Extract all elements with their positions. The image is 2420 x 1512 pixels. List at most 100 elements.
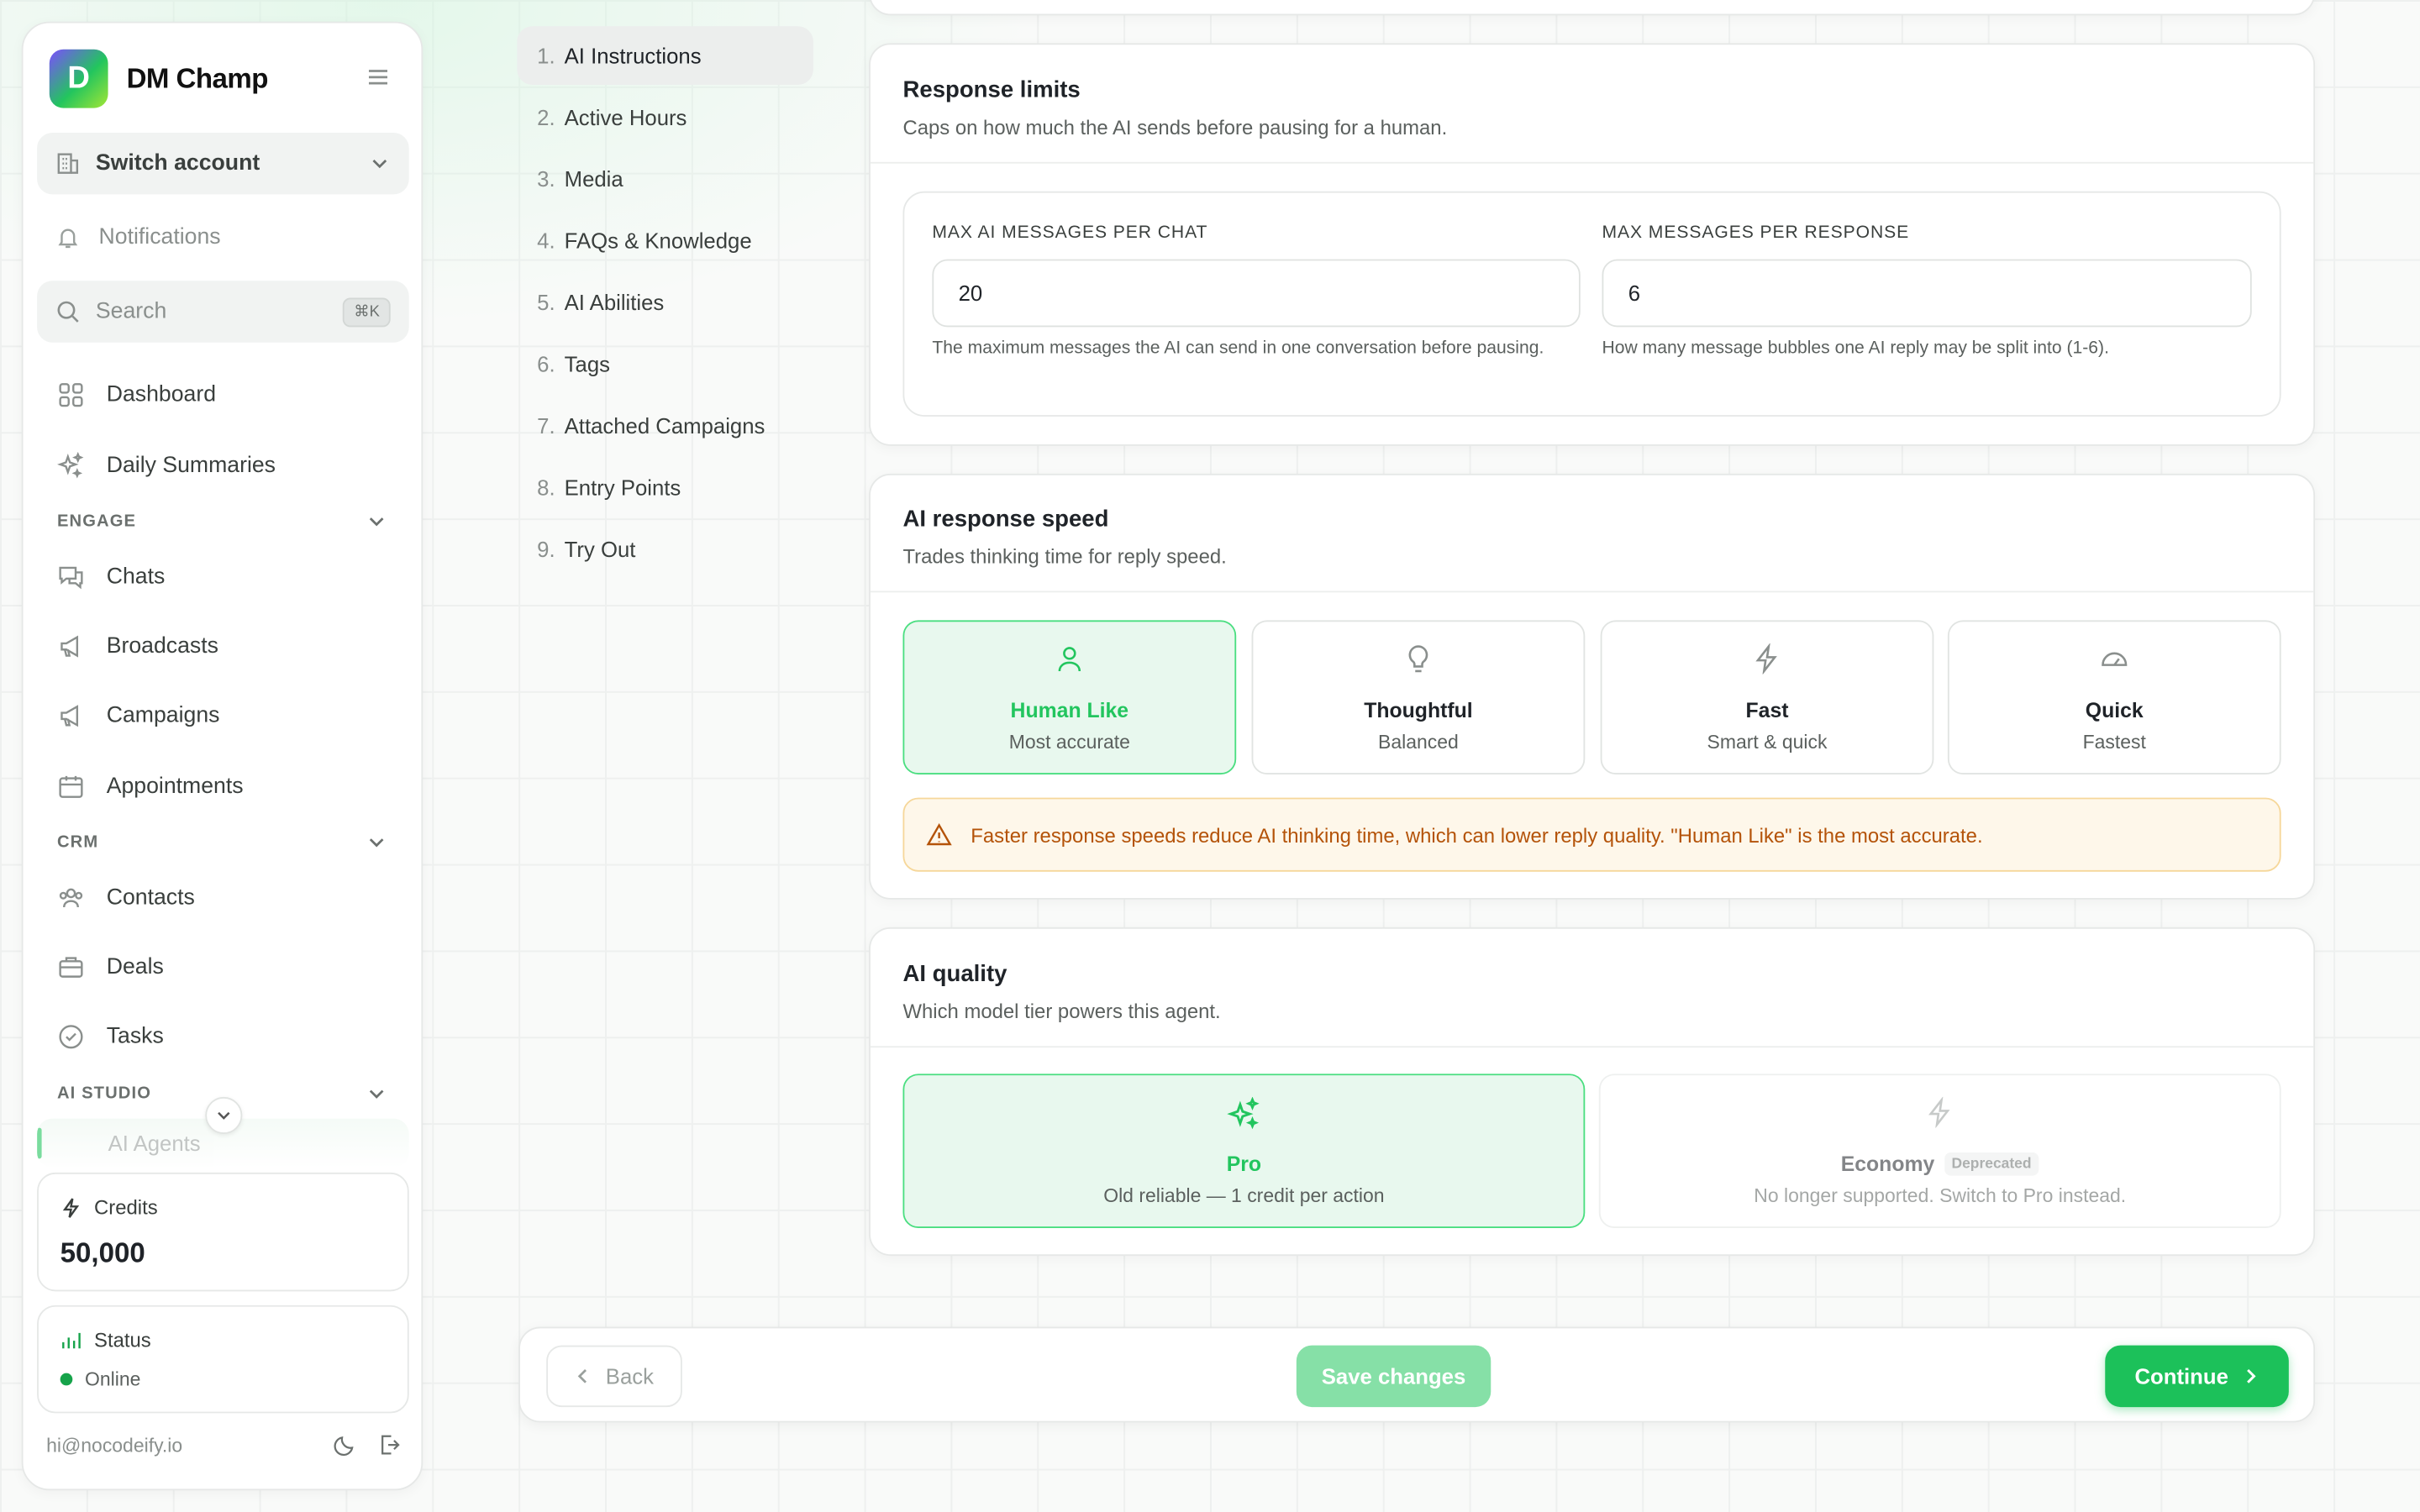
panel-subtitle: Which model tier powers this agent. <box>902 1000 1221 1023</box>
step-label: Try Out <box>564 537 636 562</box>
max-response-label: MAX MESSAGES PER RESPONSE <box>1602 223 1910 243</box>
speed-option-thoughtful[interactable]: Thoughtful Balanced <box>1251 620 1586 775</box>
step-number: 2. <box>537 104 555 130</box>
section-engage[interactable]: ENGAGE <box>57 511 387 533</box>
quality-option-economy: Economy Deprecated No longer supported. … <box>1598 1074 2281 1229</box>
step-ai-abilities[interactable]: 5. AI Abilities <box>517 273 813 332</box>
speed-option-fast[interactable]: Fast Smart & quick <box>1600 620 1934 775</box>
brand-name: DM Champ <box>126 62 269 94</box>
chevron-left-icon <box>575 1367 593 1385</box>
brand-logo: D <box>49 49 108 108</box>
section-crm[interactable]: CRM <box>57 832 387 853</box>
notifications-link[interactable]: Notifications <box>37 207 409 268</box>
option-name: Economy Deprecated <box>1601 1152 2280 1176</box>
sidebar-item-label: Appointments <box>106 774 244 800</box>
search-placeholder: Search <box>95 299 167 324</box>
step-attached-campaigns[interactable]: 7. Attached Campaigns <box>517 396 813 455</box>
step-tags[interactable]: 6. Tags <box>517 335 813 394</box>
switch-account-button[interactable]: Switch account <box>37 132 409 195</box>
sidebar-item-deals[interactable]: Deals <box>57 940 387 995</box>
option-name-text: Pro <box>1226 1152 1262 1176</box>
warning-text: Faster response speeds reduce AI thinkin… <box>971 822 1983 847</box>
divider <box>870 591 2314 593</box>
panel-title: Response limits <box>902 76 1081 104</box>
sidebar-item-appointments[interactable]: Appointments <box>57 759 387 815</box>
step-try-out[interactable]: 9. Try Out <box>517 520 813 579</box>
max-chat-input[interactable]: 20 <box>932 259 1581 328</box>
save-changes-button[interactable]: Save changes <box>1296 1345 1491 1408</box>
step-label: FAQs & Knowledge <box>564 228 752 254</box>
panel-subtitle: Caps on how much the AI sends before pau… <box>902 115 1448 139</box>
sidebar-item-tasks[interactable]: Tasks <box>57 1009 387 1064</box>
sidebar-item-label: Broadcasts <box>106 633 218 659</box>
max-chat-label: MAX AI MESSAGES PER CHAT <box>932 223 1208 243</box>
status-label: Status <box>60 1328 151 1352</box>
step-number: 5. <box>537 290 555 315</box>
logout-icon[interactable] <box>378 1433 402 1457</box>
sidebar-item-label: Campaigns <box>106 703 220 728</box>
sidebar-item-broadcasts[interactable]: Broadcasts <box>57 619 387 675</box>
status-label-text: Status <box>94 1328 151 1352</box>
menu-icon[interactable] <box>366 66 390 88</box>
section-title: AI STUDIO <box>56 1084 152 1104</box>
option-desc: Balanced <box>1378 731 1459 753</box>
step-label: Tags <box>564 351 610 377</box>
step-ai-instructions[interactable]: 1. AI Instructions <box>517 26 813 86</box>
step-label: Attached Campaigns <box>564 413 765 438</box>
megaphone-icon <box>57 702 85 730</box>
response-speed-panel: AI response speed Trades thinking time f… <box>869 473 2316 900</box>
chevron-down-icon <box>366 1083 387 1105</box>
step-entry-points[interactable]: 8. Entry Points <box>517 458 813 517</box>
scroll-down-button[interactable] <box>205 1096 243 1134</box>
continue-button[interactable]: Continue <box>2105 1345 2289 1408</box>
sparkles-icon <box>57 452 85 480</box>
back-button[interactable]: Back <box>546 1345 682 1408</box>
user-icon <box>904 643 1234 675</box>
step-number: 8. <box>537 475 555 501</box>
sidebar-item-campaigns[interactable]: Campaigns <box>57 688 387 743</box>
sidebar-item-label: Daily Summaries <box>106 453 276 479</box>
status-value-text: Online <box>85 1368 141 1390</box>
calendar-icon <box>57 773 85 801</box>
step-faqs-knowledge[interactable]: 4. FAQs & Knowledge <box>517 212 813 270</box>
step-label: AI Instructions <box>564 43 702 68</box>
sidebar-item-contacts[interactable]: Contacts <box>57 870 387 926</box>
speed-warning: Faster response speeds reduce AI thinkin… <box>902 797 2281 872</box>
continue-label: Continue <box>2134 1363 2228 1389</box>
section-title: ENGAGE <box>56 512 137 531</box>
status-card: Status Online <box>37 1305 409 1414</box>
panel-title: AI quality <box>902 961 1007 988</box>
sidebar-item-label: Tasks <box>106 1024 164 1049</box>
sparkles-icon <box>904 1096 1583 1131</box>
quality-option-pro[interactable]: Pro Old reliable — 1 credit per action <box>902 1074 1586 1229</box>
action-bar: Back Save changes Continue <box>518 1326 2316 1423</box>
ai-quality-panel: AI quality Which model tier powers this … <box>869 927 2316 1257</box>
sidebar-footer: hi@nocodeify.io <box>46 1433 401 1457</box>
status-value: Online <box>60 1368 141 1390</box>
gauge-icon <box>1949 643 2280 675</box>
switch-account-label: Switch account <box>95 150 260 176</box>
brand[interactable]: D DM Champ <box>49 49 269 108</box>
speed-option-quick[interactable]: Quick Fastest <box>1947 620 2281 775</box>
divider <box>870 161 2314 164</box>
step-number: 6. <box>537 351 555 377</box>
users-icon <box>57 884 85 911</box>
option-name-text: Economy <box>1840 1152 1935 1176</box>
sidebar-item-daily-summaries[interactable]: Daily Summaries <box>57 438 387 494</box>
sidebar-item-label: AI Agents <box>108 1131 201 1156</box>
max-response-input[interactable]: 6 <box>1602 259 2252 328</box>
moon-icon[interactable] <box>334 1433 357 1457</box>
option-name: Quick <box>2085 699 2144 722</box>
deprecated-badge: Deprecated <box>1944 1152 2039 1176</box>
speed-option-human-like[interactable]: Human Like Most accurate <box>902 620 1237 775</box>
step-media[interactable]: 3. Media <box>517 150 813 208</box>
step-number: 7. <box>537 413 555 438</box>
sidebar-item-dashboard[interactable]: Dashboard <box>57 367 387 423</box>
step-active-hours[interactable]: 2. Active Hours <box>517 88 813 147</box>
sidebar-item-label: Chats <box>106 564 166 590</box>
search-shortcut: ⌘K <box>343 297 391 327</box>
option-desc: No longer supported. Switch to Pro inste… <box>1754 1184 2127 1207</box>
search-input[interactable]: Search ⌘K <box>37 281 409 343</box>
sidebar-item-chats[interactable]: Chats <box>57 549 387 605</box>
bolt-icon <box>60 1196 82 1218</box>
